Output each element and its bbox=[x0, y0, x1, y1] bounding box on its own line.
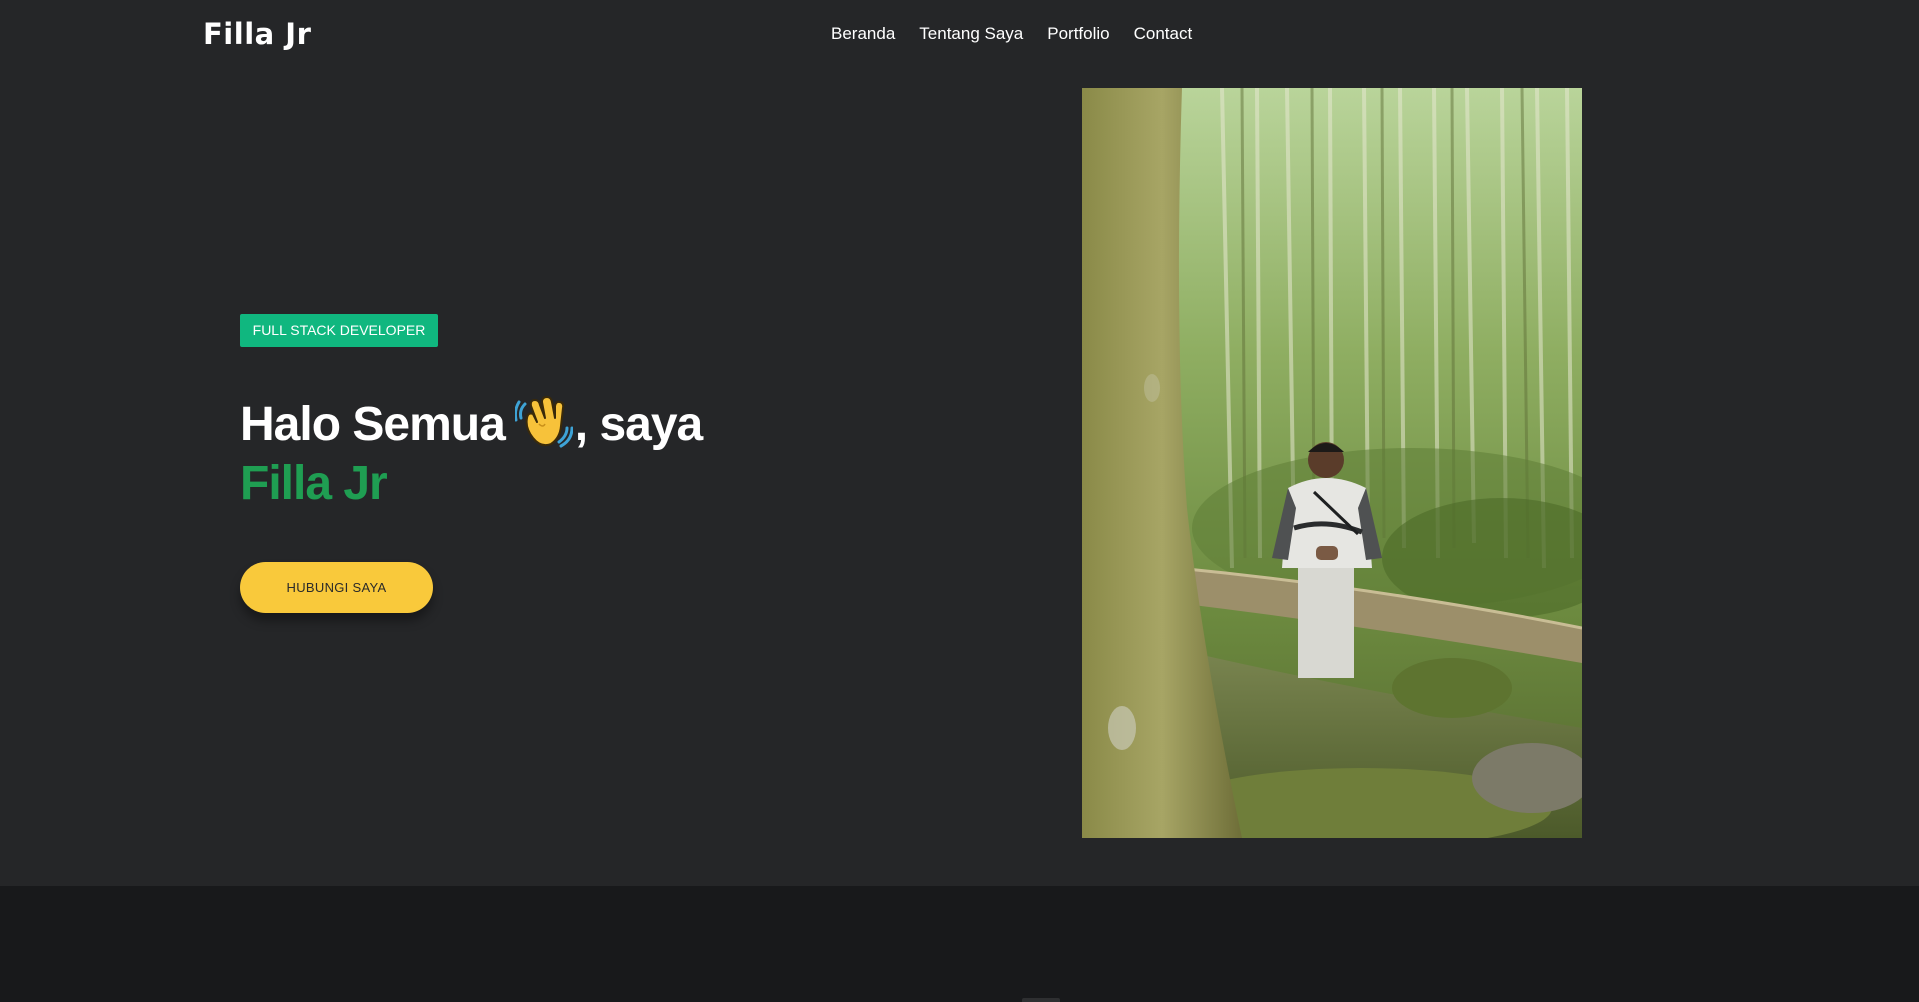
contact-me-button[interactable]: HUBUNGI SAYA bbox=[240, 562, 433, 613]
nav-link-contact[interactable]: Contact bbox=[1134, 24, 1193, 44]
greeting-text: Halo Semua bbox=[240, 398, 506, 451]
nav-link-portfolio[interactable]: Portfolio bbox=[1047, 24, 1109, 44]
navbar: Filla Jr Beranda Tentang Saya Portfolio … bbox=[0, 0, 1919, 72]
nav-link-tentang-saya[interactable]: Tentang Saya bbox=[919, 24, 1023, 44]
nav-links: Beranda Tentang Saya Portfolio Contact bbox=[831, 24, 1192, 44]
waving-hand-icon bbox=[513, 394, 574, 448]
hero-name: Filla Jr bbox=[240, 457, 388, 510]
section-indicator bbox=[1022, 998, 1060, 1002]
nav-link-beranda[interactable]: Beranda bbox=[831, 24, 895, 44]
hero-greeting: Halo Semua , saya bbox=[240, 394, 703, 455]
profile-photo bbox=[1082, 88, 1582, 838]
brand-logo[interactable]: Filla Jr bbox=[203, 17, 311, 51]
hero-section: FULL STACK DEVELOPER Halo Semua , saya F… bbox=[0, 72, 1919, 886]
role-badge: FULL STACK DEVELOPER bbox=[240, 314, 438, 347]
greeting-suffix: , saya bbox=[574, 398, 703, 451]
next-section bbox=[0, 886, 1919, 1002]
